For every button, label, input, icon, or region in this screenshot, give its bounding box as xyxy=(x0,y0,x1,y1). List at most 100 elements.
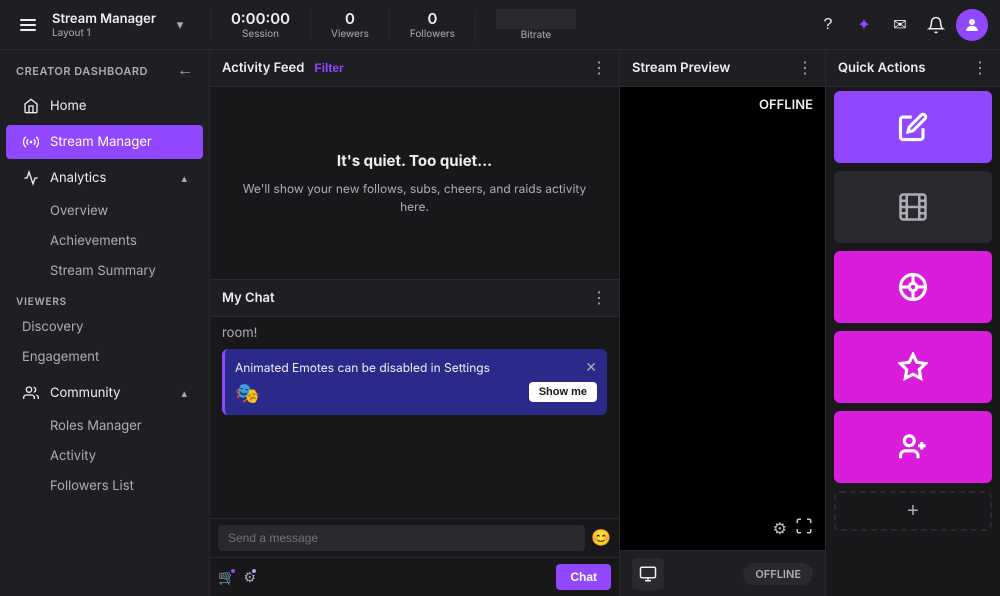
add-icon: + xyxy=(907,500,919,523)
topnav-actions: ? ✦ ✉ xyxy=(800,9,1000,41)
quick-actions-menu-button[interactable]: ⋮ xyxy=(972,58,988,78)
extensions-button[interactable]: ✦ xyxy=(848,9,880,41)
chat-extra-badge xyxy=(229,567,237,575)
sidebar-item-home[interactable]: Home xyxy=(6,89,203,123)
sidebar-item-community[interactable]: Community ▴ xyxy=(6,376,203,410)
topnav: Stream Manager Layout 1 ▾ 0:00:00 Sessio… xyxy=(0,0,1000,50)
followers-stat: 0 Followers xyxy=(389,9,475,40)
viewers-label: Viewers xyxy=(331,28,369,40)
sidebar-item-roles-manager[interactable]: Roles Manager xyxy=(6,412,203,440)
app-layout-label: Layout 1 xyxy=(52,27,156,39)
activity-feed-header: Activity Feed Filter ⋮ xyxy=(210,50,619,87)
activity-quiet-state: It's quiet. Too quiet... We'll show your… xyxy=(210,87,619,279)
preview-expand-button[interactable] xyxy=(795,517,813,540)
main-content: CREATOR DASHBOARD ← Home Stream Manager … xyxy=(0,50,1000,596)
help-button[interactable]: ? xyxy=(812,9,844,41)
activity-feed-title: Activity Feed xyxy=(222,60,304,76)
session-time: 0:00:00 xyxy=(231,9,290,28)
stream-preview-panel: Stream Preview ⋮ OFFLINE ⚙ OFFLINE xyxy=(620,50,825,596)
quick-action-clip-button[interactable] xyxy=(834,171,992,243)
sidebar-item-stream-summary[interactable]: Stream Summary xyxy=(6,257,203,285)
followers-label: Followers xyxy=(410,28,455,40)
quick-actions-title: Quick Actions xyxy=(838,60,926,76)
chat-settings-button[interactable]: ⚙ xyxy=(243,569,256,586)
topnav-stats: 0:00:00 Session 0 Viewers 0 Followers Bi… xyxy=(210,9,596,41)
app-title: Stream Manager Layout 1 xyxy=(52,11,156,39)
app-title-main: Stream Manager xyxy=(52,11,156,27)
sidebar-item-discovery[interactable]: Discovery xyxy=(6,313,203,341)
stream-preview-menu-button[interactable]: ⋮ xyxy=(797,58,813,78)
home-icon xyxy=(22,97,40,115)
stream-preview-area: OFFLINE ⚙ xyxy=(620,87,825,550)
viewers-value: 0 xyxy=(345,9,355,28)
notification-text: Animated Emotes can be disabled in Setti… xyxy=(235,359,521,377)
chat-header: My Chat ⋮ xyxy=(210,280,619,317)
quick-action-wheel-button[interactable] xyxy=(834,251,992,323)
community-label: Community xyxy=(50,385,120,401)
layout-chevron-button[interactable]: ▾ xyxy=(164,9,196,41)
quick-action-edit-button[interactable] xyxy=(834,91,992,163)
show-me-button[interactable]: Show me xyxy=(529,382,597,402)
preview-controls: ⚙ xyxy=(773,517,813,540)
activity-quiet-title: It's quiet. Too quiet... xyxy=(337,151,492,170)
bitrate-bar xyxy=(496,9,576,29)
stream-preview-title: Stream Preview xyxy=(632,60,730,76)
center-panels: Activity Feed Filter ⋮ It's quiet. Too q… xyxy=(210,50,620,596)
sidebar-header-title: CREATOR DASHBOARD xyxy=(16,64,148,78)
chat-input[interactable] xyxy=(218,525,585,551)
chat-settings-badge xyxy=(250,567,258,575)
hamburger-button[interactable] xyxy=(12,9,44,41)
notification-close-button[interactable]: ✕ xyxy=(585,359,597,376)
chat-footer: 🛒 ⚙ Chat xyxy=(210,557,619,596)
chat-message-area: room! Animated Emotes can be disabled in… xyxy=(210,317,619,518)
notifications-button[interactable] xyxy=(920,9,952,41)
sidebar-item-achievements[interactable]: Achievements xyxy=(6,227,203,255)
topnav-left: Stream Manager Layout 1 ▾ xyxy=(0,9,210,41)
preview-settings-button[interactable]: ⚙ xyxy=(773,517,787,540)
sidebar: CREATOR DASHBOARD ← Home Stream Manager … xyxy=(0,50,210,596)
sidebar-item-overview[interactable]: Overview xyxy=(6,197,203,225)
sidebar-item-analytics[interactable]: Analytics ▴ xyxy=(6,161,203,195)
activity-filter-button[interactable]: Filter xyxy=(314,61,343,75)
stream-bottom-bar: OFFLINE xyxy=(620,550,825,596)
community-icon xyxy=(22,384,40,402)
analytics-chevron-icon: ▴ xyxy=(181,171,187,185)
offline-pill: OFFLINE xyxy=(743,563,813,585)
quick-action-star-button[interactable] xyxy=(834,331,992,403)
sidebar-item-followers-list[interactable]: Followers List xyxy=(6,472,203,500)
stream-manager-icon xyxy=(22,133,40,151)
sidebar-item-stream-manager[interactable]: Stream Manager xyxy=(6,125,203,159)
stream-thumbnail-button[interactable] xyxy=(632,558,664,590)
chat-send-button[interactable]: Chat xyxy=(556,564,611,590)
avatar-button[interactable] xyxy=(956,9,988,41)
activity-quiet-desc: We'll show your new follows, subs, cheer… xyxy=(230,180,599,216)
sidebar-item-activity[interactable]: Activity xyxy=(6,442,203,470)
sidebar-back-button[interactable]: ← xyxy=(177,62,193,80)
session-label: Session xyxy=(242,28,279,40)
viewers-section-label: VIEWERS xyxy=(0,286,209,312)
quick-actions-header: Quick Actions ⋮ xyxy=(826,50,1000,87)
quick-action-add-button[interactable]: + xyxy=(834,491,992,531)
sidebar-item-engagement[interactable]: Engagement xyxy=(6,343,203,371)
chat-title: My Chat xyxy=(222,290,275,306)
activity-feed-panel: Activity Feed Filter ⋮ It's quiet. Too q… xyxy=(210,50,619,280)
sidebar-header: CREATOR DASHBOARD ← xyxy=(0,50,209,88)
community-chevron-icon: ▴ xyxy=(181,386,187,400)
offline-label: OFFLINE xyxy=(759,97,813,113)
chat-extra-button[interactable]: 🛒 xyxy=(218,569,235,586)
viewers-stat: 0 Viewers xyxy=(310,9,389,40)
home-label: Home xyxy=(50,98,86,114)
chat-emoji-button[interactable]: 😊 xyxy=(591,528,611,548)
hamburger-icon xyxy=(20,19,36,31)
activity-menu-button[interactable]: ⋮ xyxy=(591,58,607,78)
chat-menu-button[interactable]: ⋮ xyxy=(591,288,607,308)
analytics-label: Analytics xyxy=(50,170,106,186)
followers-value: 0 xyxy=(427,9,437,28)
stream-manager-label: Stream Manager xyxy=(50,134,152,150)
quick-actions-panel: Quick Actions ⋮ + xyxy=(825,50,1000,596)
stream-preview-header: Stream Preview ⋮ xyxy=(620,50,825,87)
analytics-icon xyxy=(22,169,40,187)
messages-button[interactable]: ✉ xyxy=(884,9,916,41)
quick-action-add-user-button[interactable] xyxy=(834,411,992,483)
chat-notification: Animated Emotes can be disabled in Setti… xyxy=(222,349,607,415)
